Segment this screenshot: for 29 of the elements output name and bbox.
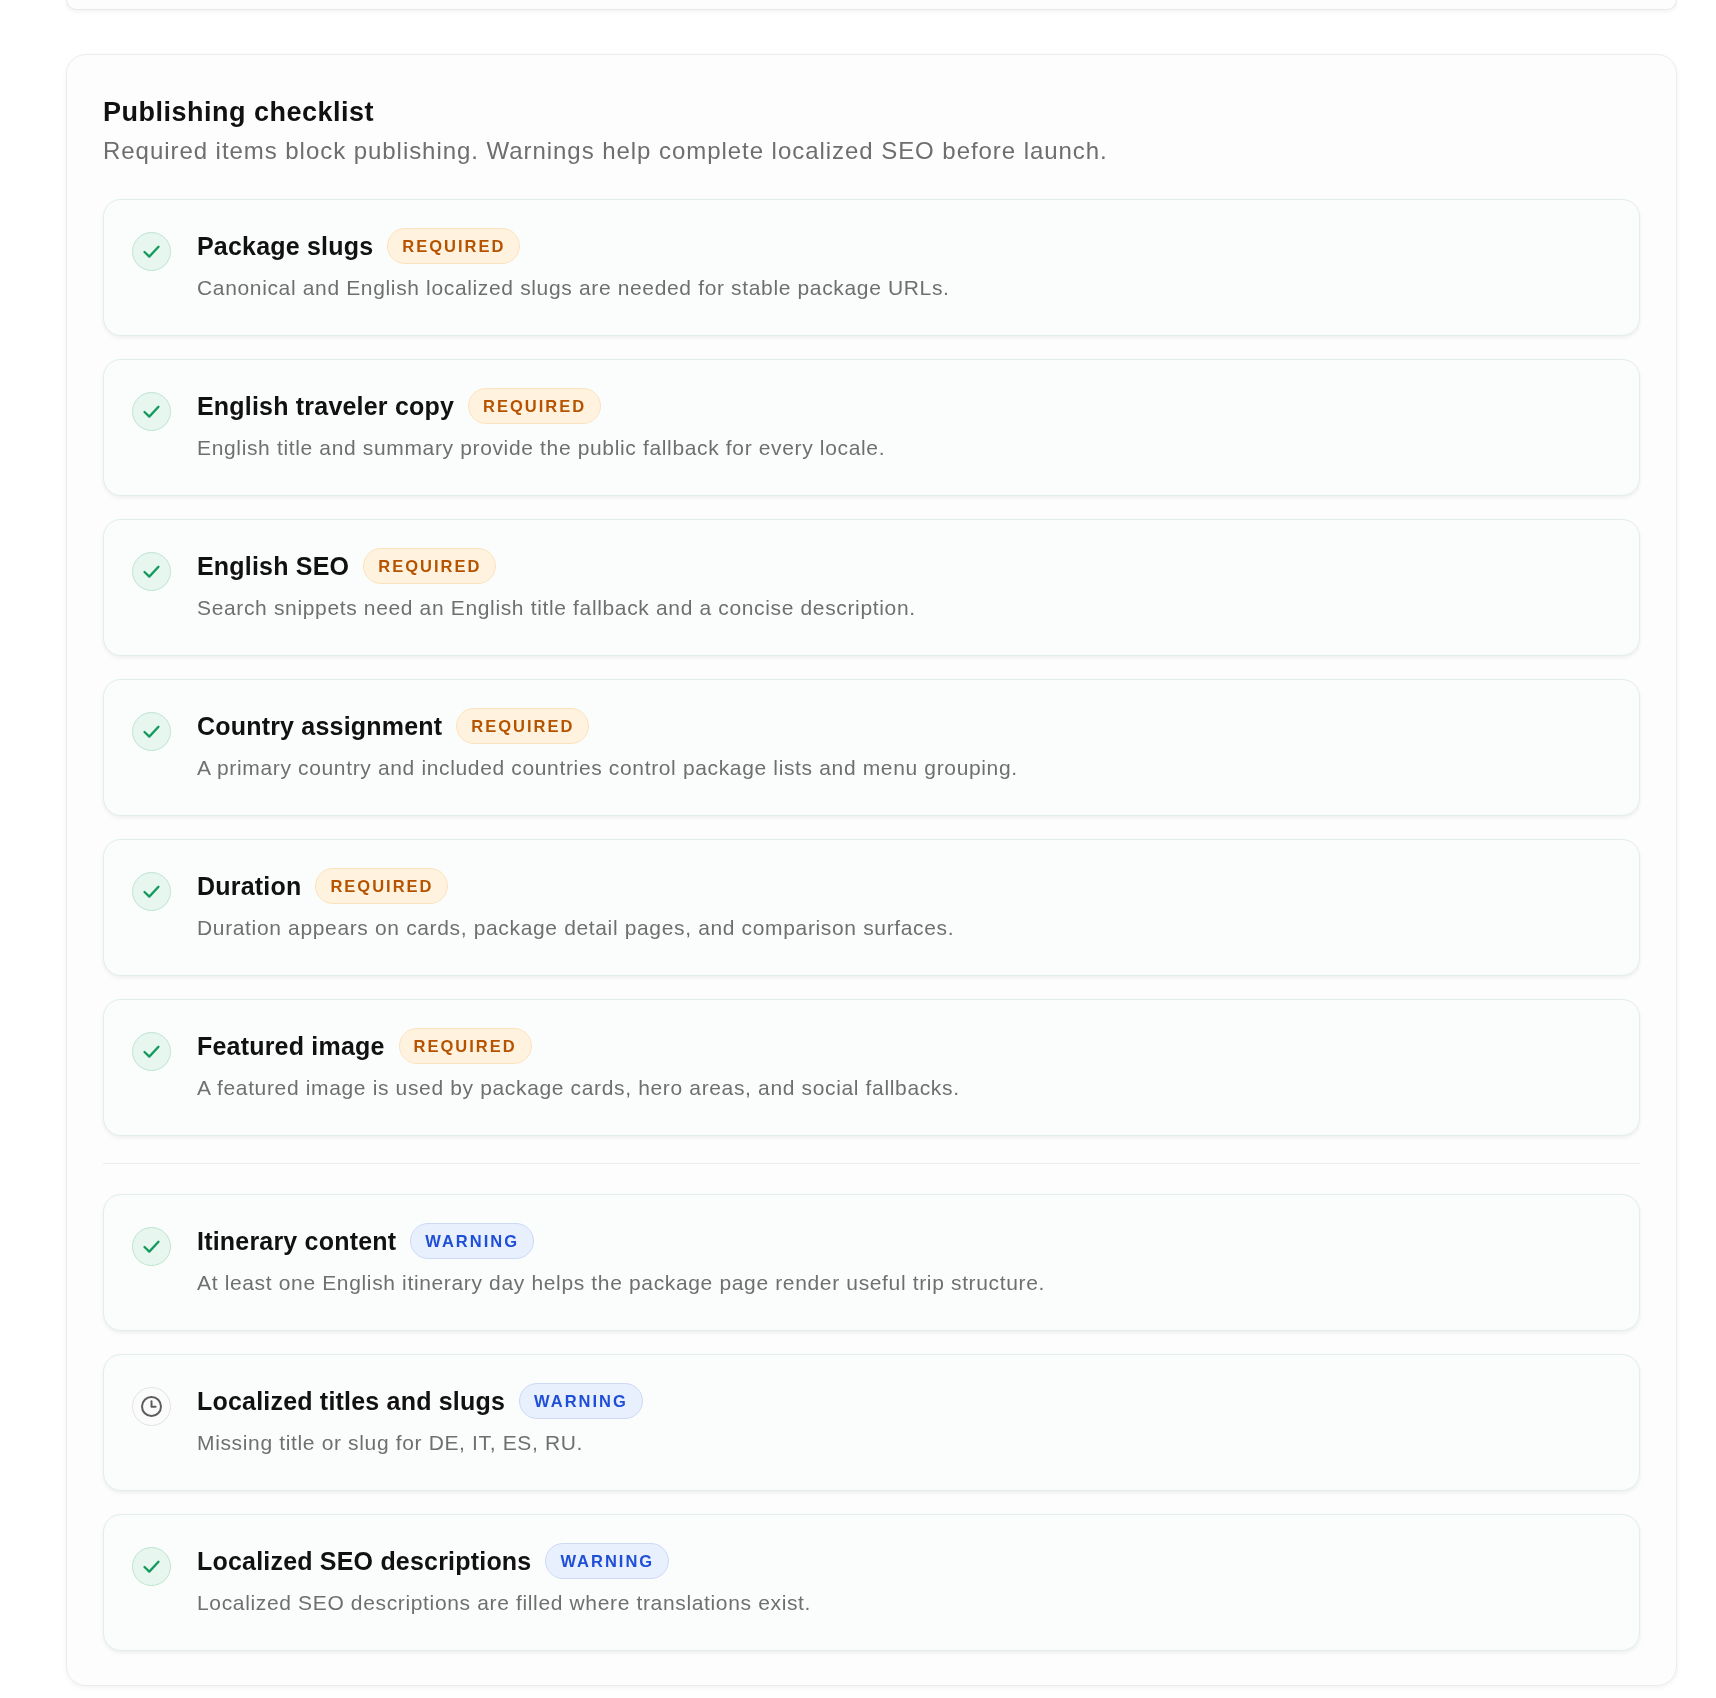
item-description: Canonical and English localized slugs are needed for stable package URLs. bbox=[197, 275, 950, 301]
item-description: Localized SEO descriptions are filled where translations exist. bbox=[197, 1590, 812, 1616]
item-title: Package slugs bbox=[197, 231, 374, 261]
required-badge: REQUIRED bbox=[387, 228, 521, 264]
item-description: English title and summary provide the public fallback for every locale. bbox=[197, 435, 886, 461]
item-description: A primary country and included countries control package lists and menu grouping. bbox=[197, 755, 1018, 781]
item-description: Search snippets need an English title fallback and a concise description. bbox=[197, 595, 916, 621]
item-title: English traveler copy bbox=[197, 391, 455, 421]
item-title: Duration bbox=[197, 871, 302, 901]
item-title: Country assignment bbox=[197, 711, 443, 741]
warning-badge: WARNING bbox=[410, 1223, 535, 1259]
item-description: At least one English itinerary day helps the package page render useful trip structure. bbox=[197, 1270, 1045, 1296]
warning-badge: WARNING bbox=[545, 1543, 670, 1579]
item-title: Featured image bbox=[197, 1031, 385, 1061]
panel-title: Publishing checklist bbox=[103, 96, 376, 128]
required-badge: REQUIRED bbox=[315, 868, 449, 904]
item-description: A featured image is used by package cards, hero areas, and social fallbacks. bbox=[197, 1075, 960, 1101]
item-title: Localized SEO descriptions bbox=[197, 1546, 532, 1576]
item-title: Itinerary content bbox=[197, 1226, 397, 1256]
item-title: Localized titles and slugs bbox=[197, 1386, 506, 1416]
warning-badge: WARNING bbox=[519, 1383, 643, 1419]
required-badge: REQUIRED bbox=[468, 388, 602, 424]
required-badge: REQUIRED bbox=[456, 708, 590, 744]
required-badge: REQUIRED bbox=[363, 548, 497, 584]
item-description: Duration appears on cards, package detail pages, and comparison surfaces. bbox=[197, 915, 955, 941]
required-badge: REQUIRED bbox=[398, 1028, 532, 1064]
item-title: English SEO bbox=[197, 551, 350, 581]
item-description: Missing title or slug for DE, IT, ES, RU. bbox=[197, 1430, 585, 1456]
panel-subtitle: Required items block publishing. Warnings help complete localized SEO before launch. bbox=[103, 136, 1109, 166]
